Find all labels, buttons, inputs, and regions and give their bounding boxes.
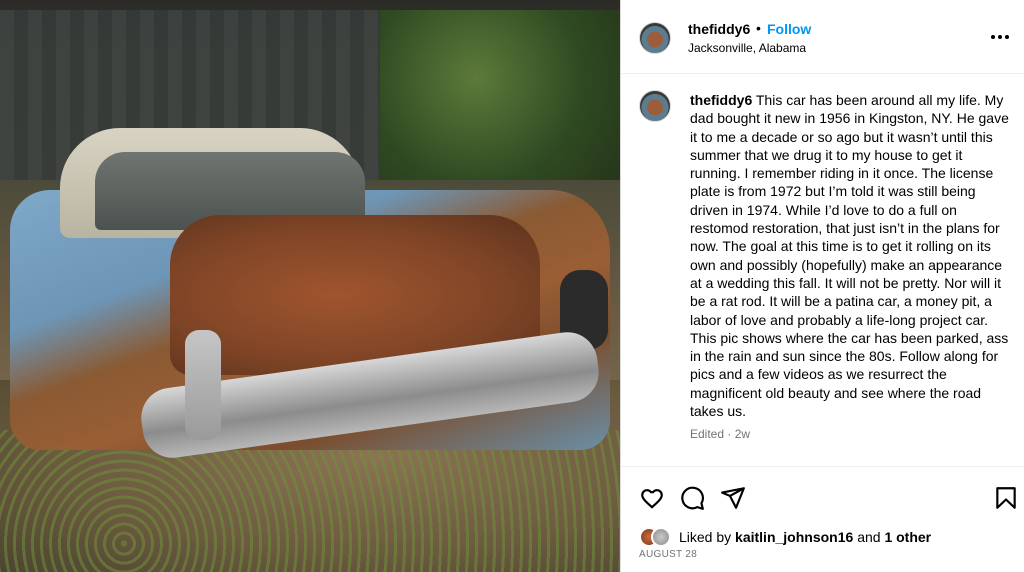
trees-background <box>380 10 620 180</box>
post-actions: Liked by kaitlin_johnson16 and 1 other A… <box>621 466 1024 572</box>
post-photo[interactable] <box>0 0 620 572</box>
likes-conjunction: and <box>857 529 881 545</box>
grass <box>0 430 620 572</box>
post-location[interactable]: Jacksonville, Alabama <box>688 41 806 55</box>
author-username[interactable]: thefiddy6 <box>688 21 750 37</box>
follow-button[interactable]: Follow <box>767 21 811 37</box>
post-date[interactable]: AUGUST 28 <box>639 549 697 560</box>
caption-text: thefiddy6 This car has been around all m… <box>690 91 1010 420</box>
liker-username[interactable]: kaitlin_johnson16 <box>735 529 853 545</box>
caption-username[interactable]: thefiddy6 <box>690 92 752 108</box>
share-icon[interactable] <box>720 485 746 511</box>
liker-avatars[interactable] <box>639 527 675 547</box>
post-details-panel: thefiddy6 • Follow Jacksonville, Alabama… <box>620 0 1024 572</box>
heart-icon[interactable] <box>639 485 665 511</box>
caption-body: This car has been around all my life. My… <box>690 92 1009 420</box>
likes-others-link[interactable]: 1 other <box>884 529 931 545</box>
likes-summary: Liked by kaitlin_johnson16 and 1 other <box>639 527 931 547</box>
separator-dot: • <box>756 20 761 36</box>
liked-by-label: Liked by <box>679 529 732 545</box>
caption-author-avatar[interactable] <box>639 90 671 122</box>
bookmark-icon[interactable] <box>993 485 1019 511</box>
post-header: thefiddy6 • Follow Jacksonville, Alabama <box>621 0 1024 74</box>
comment-icon[interactable] <box>679 485 705 511</box>
caption-meta: Edited · 2w <box>690 427 751 441</box>
more-options-icon[interactable] <box>991 30 1013 44</box>
author-avatar[interactable] <box>639 22 671 54</box>
liker-avatar <box>651 527 671 547</box>
post-caption: thefiddy6 This car has been around all m… <box>621 74 1024 466</box>
edited-label: Edited <box>690 427 725 441</box>
car-tail-light <box>185 330 221 440</box>
post-age[interactable]: 2w <box>735 427 750 441</box>
